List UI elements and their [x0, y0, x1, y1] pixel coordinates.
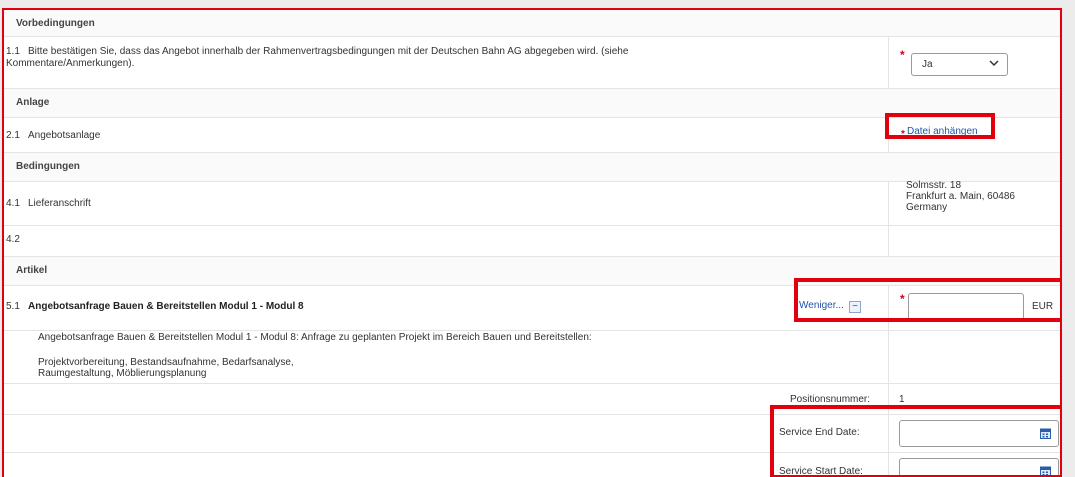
question-text: Bitte bestätigen Sie, dass das Angebot i…: [28, 46, 629, 57]
item-title: Angebotsanfrage Bauen & Bereitstellen Mo…: [28, 301, 304, 312]
chevron-down-icon: [989, 60, 999, 67]
item-description-line-1: Angebotsanfrage Bauen & Bereitstellen Mo…: [38, 332, 592, 343]
confirmation-select[interactable]: Ja: [911, 53, 1008, 76]
question-text-cont: Kommentare/Anmerkungen).: [6, 58, 135, 69]
question-label: Angebotsanlage: [28, 130, 101, 141]
highlight-attach-file: [885, 113, 995, 139]
question-number: 4.1: [6, 198, 20, 209]
question-number: 4.2: [6, 234, 20, 245]
select-value: Ja: [922, 59, 933, 70]
section-title: Vorbedingungen: [16, 18, 95, 29]
highlight-service-dates: [770, 405, 1060, 477]
question-row-1-1: 1.1 Bitte bestätigen Sie, dass das Angeb…: [4, 37, 1060, 89]
section-title: Bedingungen: [16, 161, 80, 172]
section-title: Artikel: [16, 265, 48, 276]
section-bedingungen: Bedingungen: [4, 153, 1060, 182]
item-description-line-3: Raumgestaltung, Möblierungsplanung: [38, 368, 207, 379]
question-number: 1.1: [6, 46, 20, 57]
section-title: Anlage: [16, 97, 50, 108]
item-number: 5.1: [6, 301, 20, 312]
question-label: Lieferanschrift: [28, 198, 91, 209]
address-line-3: Germany: [906, 202, 948, 213]
question-row-4-1: 4.1 Lieferanschrift Solmsstr. 18 Frankfu…: [4, 180, 1060, 226]
required-marker: *: [900, 48, 905, 62]
highlight-price-entry: [794, 278, 1060, 322]
question-number: 2.1: [6, 130, 20, 141]
question-row-4-2: 4.2: [4, 226, 1060, 257]
rfq-form: Vorbedingungen 1.1 Bitte bestätigen Sie,…: [2, 8, 1062, 477]
section-vorbedingungen: Vorbedingungen: [4, 10, 1060, 37]
item-description: Angebotsanfrage Bauen & Bereitstellen Mo…: [4, 331, 1060, 384]
